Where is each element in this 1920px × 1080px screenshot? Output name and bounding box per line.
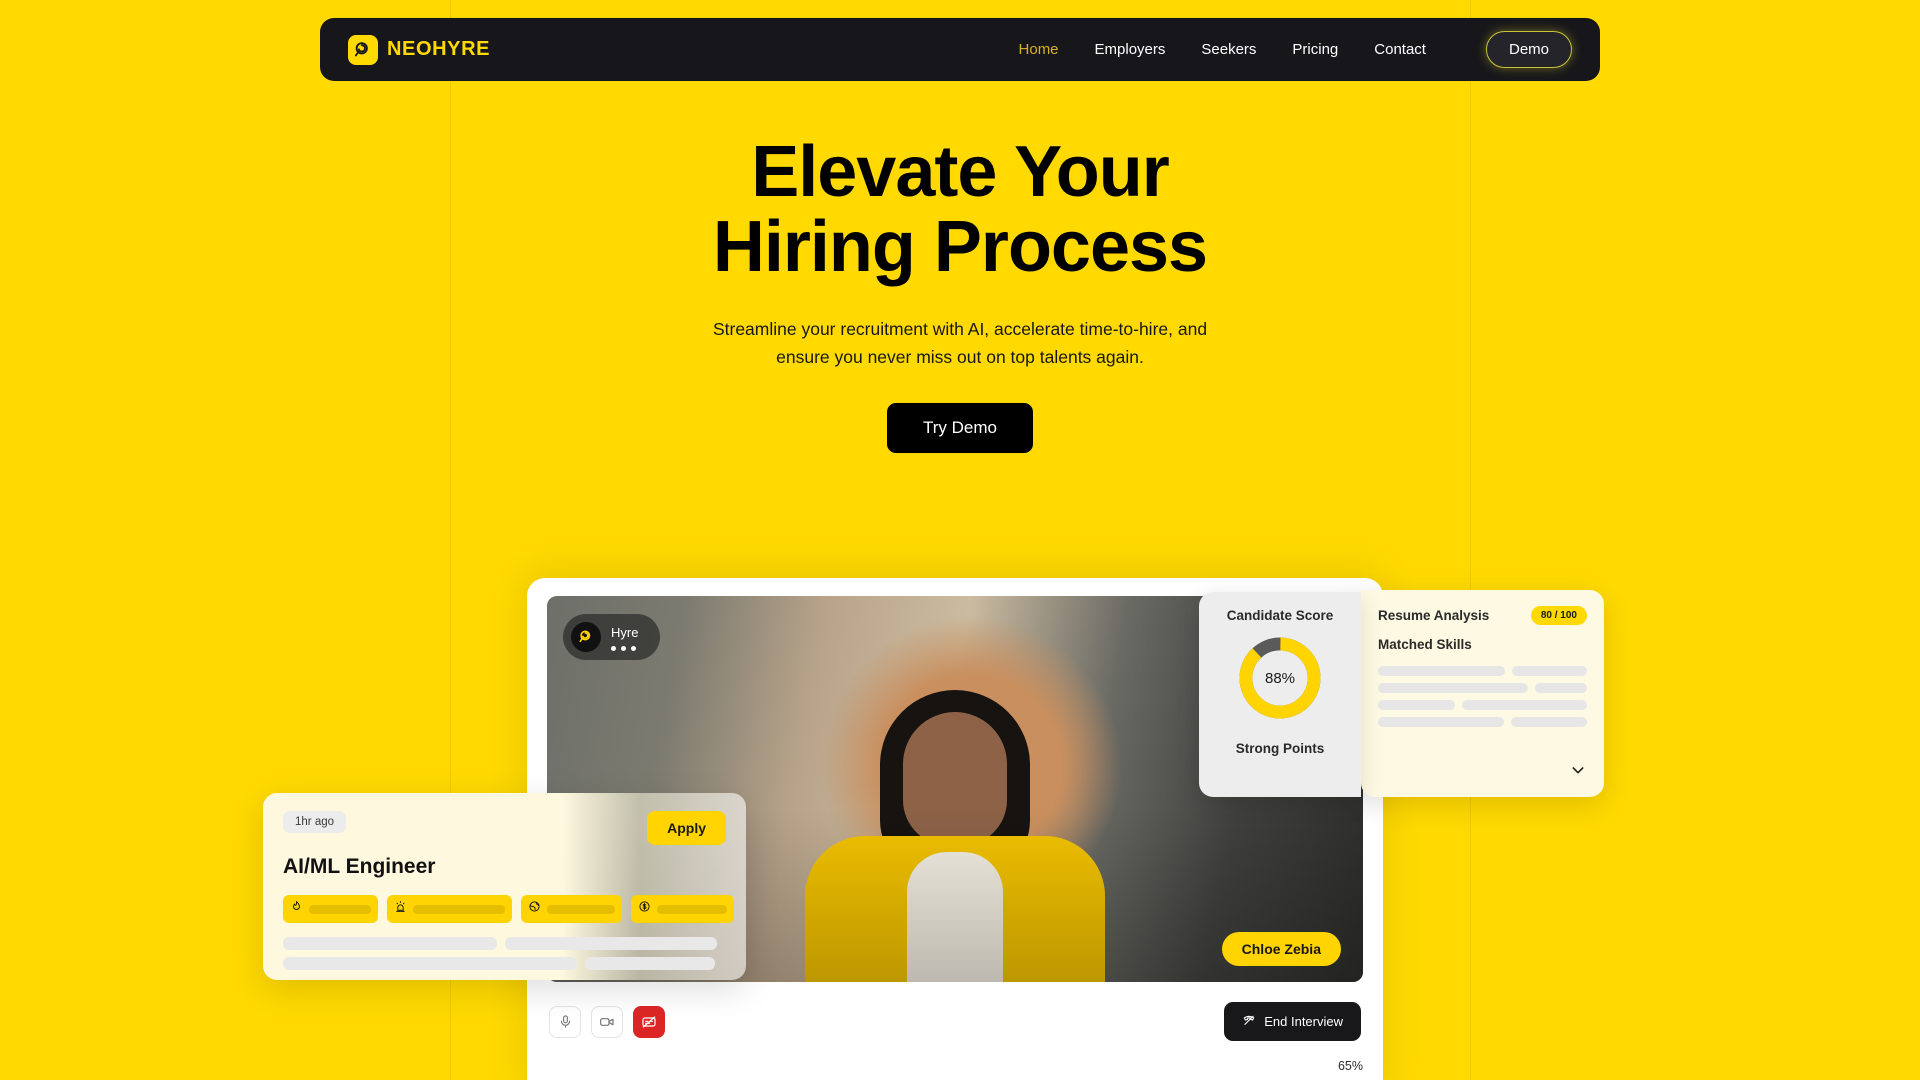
nav-links: Home Employers Seekers Pricing Contact D… bbox=[1019, 31, 1572, 68]
job-title: AI/ML Engineer bbox=[283, 855, 436, 878]
skeleton-bar bbox=[283, 937, 497, 950]
skeleton-row bbox=[283, 957, 726, 970]
job-tag-alert bbox=[387, 895, 512, 923]
hero-title: Elevate Your Hiring Process bbox=[712, 132, 1208, 287]
skeleton-bar bbox=[1512, 666, 1587, 676]
skeleton-bar bbox=[1461, 700, 1587, 710]
apply-button[interactable]: Apply bbox=[647, 811, 726, 845]
job-tags bbox=[283, 895, 734, 923]
nav-link-home[interactable]: Home bbox=[1019, 41, 1059, 58]
strong-points-label: Strong Points bbox=[1235, 741, 1325, 756]
typing-indicator bbox=[611, 645, 638, 651]
hero-section: Elevate Your Hiring Process Streamline y… bbox=[0, 132, 1920, 454]
skeleton-row bbox=[1378, 717, 1587, 727]
skeleton-bar bbox=[1378, 666, 1506, 676]
matched-skills-label: Matched Skills bbox=[1378, 637, 1472, 652]
resume-score-badge: 80 / 100 bbox=[1530, 606, 1587, 625]
job-card: 1hr ago Apply AI/ML Engineer bbox=[263, 793, 746, 980]
neohyre-spiral-magnifier-icon bbox=[348, 34, 378, 65]
skeleton-bar bbox=[505, 937, 717, 950]
skeleton-bar bbox=[1378, 717, 1504, 727]
skeleton-bar bbox=[1378, 683, 1529, 693]
video-camera-icon[interactable] bbox=[591, 1005, 623, 1038]
skeleton-row bbox=[1378, 683, 1587, 693]
job-time-badge: 1hr ago bbox=[283, 811, 347, 833]
skeleton-row bbox=[1378, 700, 1587, 710]
progress-label: 65% bbox=[1337, 1059, 1363, 1073]
end-interview-label: End Interview bbox=[1264, 1014, 1343, 1029]
chevron-down-icon[interactable] bbox=[1570, 762, 1586, 783]
hero-subtitle: Streamline your recruitment with AI, acc… bbox=[712, 318, 1208, 368]
try-demo-button[interactable]: Try Demo bbox=[887, 403, 1033, 454]
assistant-badge: Hyre bbox=[563, 614, 661, 660]
skeleton-bar bbox=[1535, 683, 1587, 693]
interview-progress: 65% bbox=[547, 1059, 1363, 1080]
call-end-icon bbox=[1242, 1013, 1256, 1030]
candidate-score-donut: 88% bbox=[1235, 633, 1325, 723]
matched-skills-placeholder bbox=[1378, 666, 1587, 727]
skeleton-bar bbox=[585, 957, 715, 970]
dollar-coin-icon bbox=[638, 900, 651, 918]
top-navbar: NEOHYRE Home Employers Seekers Pricing C… bbox=[320, 18, 1600, 81]
candidate-score-title: Candidate Score bbox=[1226, 608, 1334, 623]
job-tag-salary bbox=[631, 895, 734, 923]
resume-analysis-card: Resume Analysis 80 / 100 Matched Skills bbox=[1361, 590, 1604, 797]
brand-name: NEOHYRE bbox=[387, 38, 491, 60]
microphone-icon[interactable] bbox=[549, 1005, 581, 1038]
demo-button[interactable]: Demo bbox=[1485, 31, 1572, 68]
skeleton-bar bbox=[1378, 700, 1455, 710]
captions-off-icon[interactable] bbox=[633, 1005, 665, 1038]
skeleton-bar bbox=[283, 957, 577, 970]
skeleton-row bbox=[1378, 666, 1587, 676]
globe-icon bbox=[528, 900, 541, 918]
interview-controls: End Interview bbox=[547, 1002, 1363, 1041]
resume-analysis-title: Resume Analysis bbox=[1378, 608, 1490, 623]
siren-icon bbox=[394, 900, 407, 918]
flame-icon bbox=[290, 900, 303, 918]
candidate-score-card: Candidate Score 88% Strong Points bbox=[1199, 592, 1361, 797]
job-tag-urgency bbox=[283, 895, 378, 923]
skeleton-row bbox=[283, 937, 726, 950]
candidate-score-value: 88% bbox=[1264, 669, 1296, 687]
nav-link-pricing[interactable]: Pricing bbox=[1292, 41, 1338, 58]
candidate-name-pill: Chloe Zebia bbox=[1221, 932, 1341, 966]
skeleton-bar bbox=[1510, 717, 1587, 727]
job-tag-location bbox=[521, 895, 622, 923]
nav-link-employers[interactable]: Employers bbox=[1095, 41, 1166, 58]
candidate-figure bbox=[790, 682, 1120, 982]
job-description-placeholder bbox=[283, 937, 726, 970]
hyre-spiral-icon bbox=[571, 622, 601, 652]
assistant-label: Hyre bbox=[611, 624, 639, 640]
landing-page: NEOHYRE Home Employers Seekers Pricing C… bbox=[0, 0, 1920, 1080]
nav-link-seekers[interactable]: Seekers bbox=[1201, 41, 1256, 58]
nav-link-contact[interactable]: Contact bbox=[1374, 41, 1426, 58]
end-interview-button[interactable]: End Interview bbox=[1224, 1002, 1361, 1041]
brand-logo[interactable]: NEOHYRE bbox=[348, 34, 491, 65]
